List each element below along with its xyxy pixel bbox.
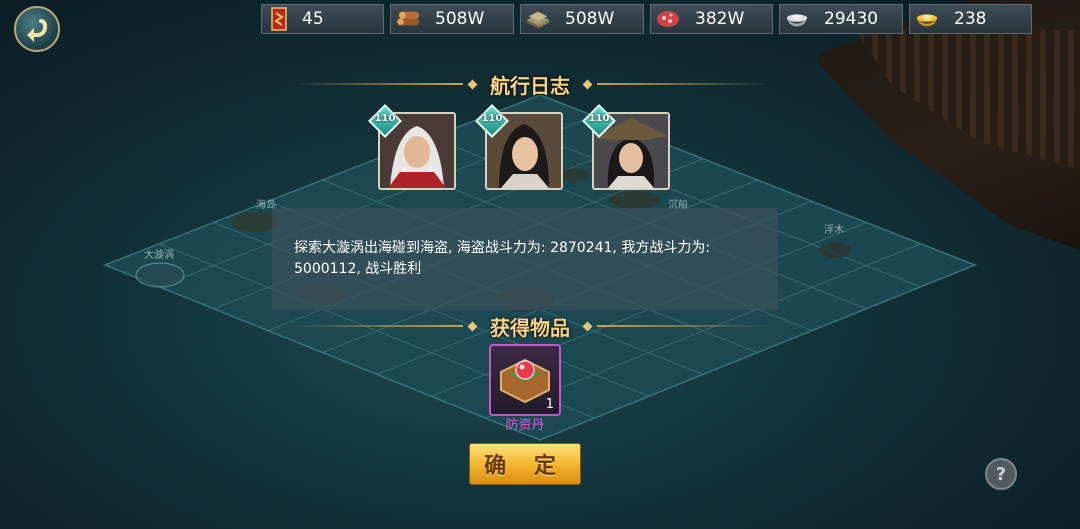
wood-value: 508W [435, 9, 485, 29]
back-button[interactable] [14, 6, 60, 52]
log-message: 探索大漩涡出海碰到海盗, 海盗战斗力为: 2870241, 我方战斗力为: 50… [294, 240, 711, 277]
resource-silver: 29430 [779, 4, 903, 34]
stone-value: 508W [565, 9, 615, 29]
resource-wood: 508W [390, 4, 514, 34]
military-order-value: 45 [302, 9, 324, 29]
ribbon-diamond-icon [467, 79, 478, 89]
resource-meat: 382W [650, 4, 773, 34]
ribbon-line-left [290, 325, 463, 327]
hero-level-2: 110 [481, 113, 503, 124]
map-label-reef: 浮木 [824, 225, 844, 236]
reward-item-count: 1 [545, 397, 554, 412]
meat-value: 382W [695, 9, 745, 29]
resource-military-order: 45 [261, 4, 384, 34]
map-label-whirlpool: 大漩涡 [144, 250, 174, 261]
ribbon-line-right [597, 325, 770, 327]
ribbon-diamond-icon [582, 321, 593, 331]
log-message-panel: 探索大漩涡出海碰到海盗, 海盗战斗力为: 2870241, 我方战斗力为: 50… [272, 208, 778, 310]
ribbon-diamond-icon [582, 79, 593, 89]
log-title: 航行日志 [490, 73, 570, 98]
ribbon-line-left [290, 83, 463, 85]
silver-value: 29430 [824, 9, 879, 29]
gold-ingot-icon [914, 6, 940, 32]
hero-level-1: 110 [374, 113, 396, 124]
gold-value: 238 [954, 9, 987, 29]
military-order-icon [266, 6, 292, 32]
meat-icon [655, 6, 681, 32]
rewards-title-ribbon: 获得物品 [290, 312, 770, 340]
help-button[interactable]: ? [985, 458, 1017, 490]
ribbon-line-right [597, 83, 770, 85]
reward-item-name: 防资丹 [505, 418, 545, 433]
hero-level-badge-2: 110 [475, 104, 509, 138]
resource-stone: 508W [520, 4, 644, 34]
stone-slab-icon [525, 6, 551, 32]
ribbon-diamond-icon [467, 321, 478, 331]
hero-level-3: 110 [588, 113, 610, 124]
confirm-button[interactable]: 确 定 [469, 443, 581, 485]
resource-gold: 238 [909, 4, 1032, 34]
silver-ingot-icon [784, 6, 810, 32]
hero-level-badge-1: 110 [368, 104, 402, 138]
hero-level-badge-3: 110 [582, 104, 616, 138]
log-title-ribbon: 航行日志 [290, 70, 770, 98]
reward-item-slot[interactable]: 1 [489, 344, 561, 416]
back-arrow-icon [27, 19, 48, 42]
wood-log-icon [395, 6, 421, 32]
rewards-title: 获得物品 [490, 315, 570, 340]
